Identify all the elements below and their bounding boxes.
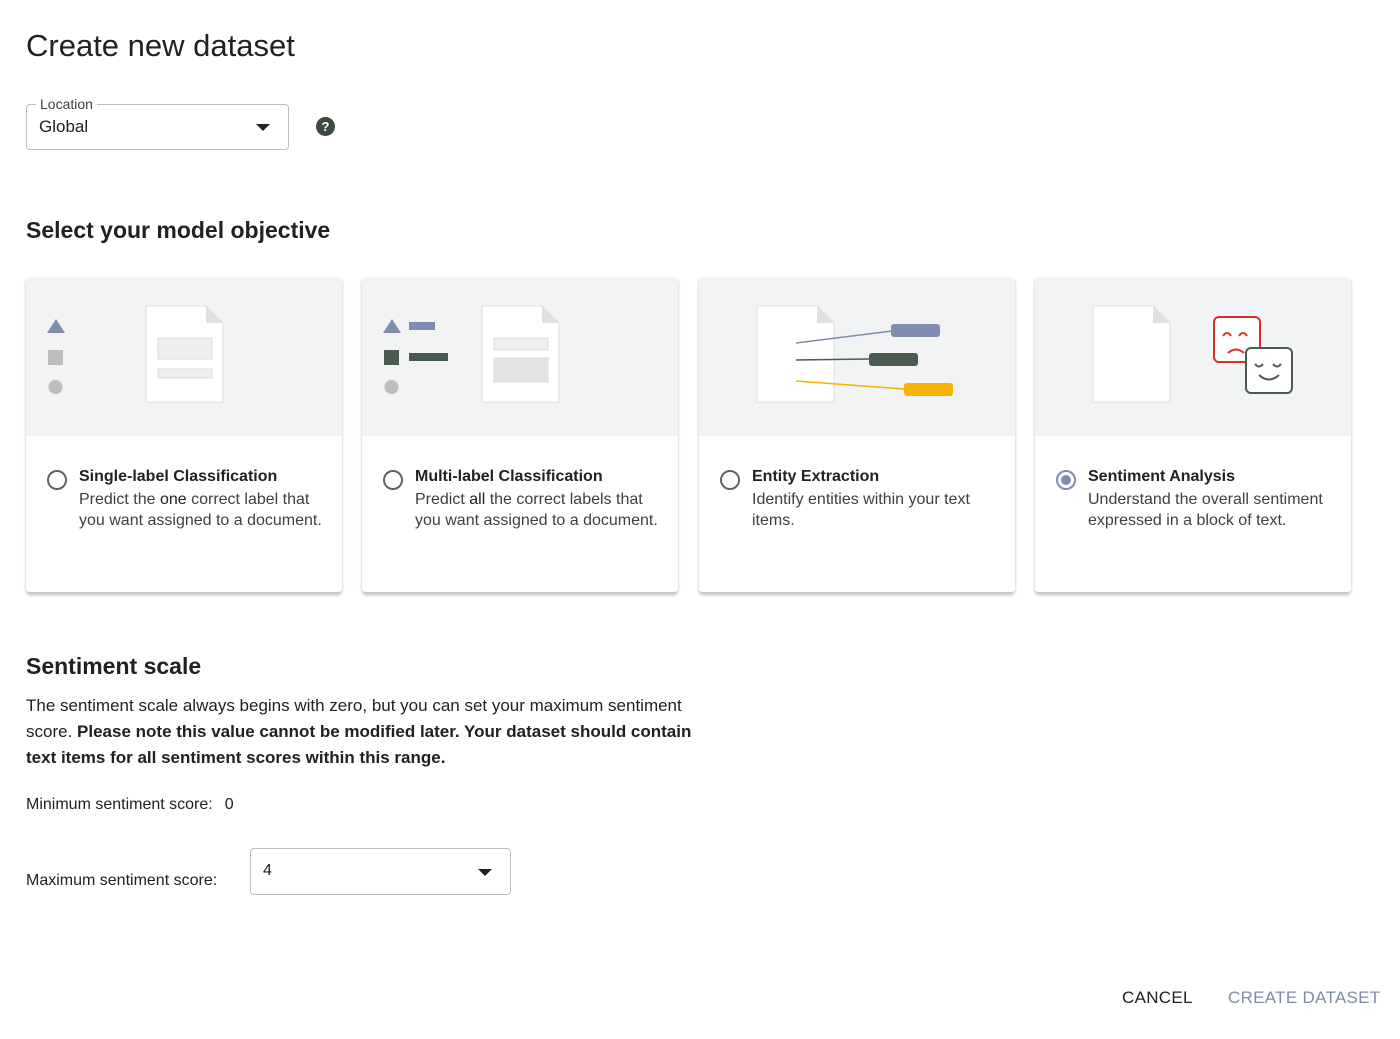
dropdown-arrow-icon [256, 124, 270, 131]
page-title: Create new dataset [26, 28, 295, 63]
triangle-icon [383, 319, 401, 333]
card-title: Sentiment Analysis [1088, 468, 1236, 485]
label-bar-icon [409, 353, 448, 361]
card-title: Entity Extraction [752, 468, 880, 485]
card-sentiment-analysis[interactable]: Sentiment Analysis Understand the overal… [1035, 278, 1351, 594]
entity-extraction-illustration [699, 278, 1015, 436]
entity-tag-icon [904, 383, 953, 396]
card-title: Multi-label Classification [415, 468, 603, 485]
radio-sentiment-analysis[interactable] [1056, 470, 1076, 490]
circle-icon [384, 380, 399, 394]
sentiment-scale-heading: Sentiment scale [26, 653, 202, 679]
card-title: Single-label Classification [79, 468, 278, 485]
location-select[interactable]: Location Global [26, 95, 289, 150]
document-icon [756, 305, 835, 403]
document-icon [1092, 305, 1171, 403]
square-icon [48, 350, 63, 365]
card-multi-label-classification[interactable]: Multi-label Classification Predict all t… [362, 278, 678, 594]
min-score-row: Minimum sentiment score: 0 [26, 796, 234, 814]
card-description: Predict the one correct label that you w… [79, 491, 322, 529]
radio-single-label[interactable] [47, 470, 67, 490]
help-icon[interactable]: ? [316, 117, 335, 136]
location-value: Global [39, 117, 89, 136]
card-description: Identify entities within your text items… [752, 491, 970, 529]
card-entity-extraction[interactable]: Entity Extraction Identify entities with… [699, 278, 1015, 594]
create-dataset-button[interactable]: CREATE DATASET [1228, 988, 1381, 1008]
happy-face-icon [1245, 347, 1293, 394]
dropdown-arrow-icon [478, 869, 492, 876]
max-score-select[interactable]: 4 [250, 848, 511, 895]
triangle-icon [47, 319, 65, 333]
card-description: Understand the overall sentiment express… [1088, 491, 1323, 529]
square-icon [384, 350, 399, 365]
min-score-label: Minimum sentiment score: [26, 796, 213, 813]
card-description: Predict all the correct labels that you … [415, 491, 658, 529]
multi-label-illustration [362, 278, 678, 436]
min-score-value: 0 [224, 796, 234, 813]
radio-entity-extraction[interactable] [720, 470, 740, 490]
cancel-button[interactable]: CANCEL [1122, 988, 1193, 1008]
label-bar-icon [409, 322, 435, 330]
entity-tag-icon [891, 324, 940, 337]
objective-heading: Select your model objective [26, 217, 331, 243]
radio-multi-label[interactable] [383, 470, 403, 490]
sentiment-analysis-illustration [1035, 278, 1351, 436]
sentiment-scale-description: The sentiment scale always begins with z… [26, 696, 692, 767]
document-icon [481, 305, 560, 403]
single-label-illustration [26, 278, 342, 436]
location-label: Location [36, 95, 97, 113]
entity-tag-icon [869, 353, 918, 366]
document-icon [145, 305, 224, 403]
card-single-label-classification[interactable]: Single-label Classification Predict the … [26, 278, 342, 594]
circle-icon [48, 380, 63, 394]
max-score-label: Maximum sentiment score: [26, 872, 218, 889]
max-score-value: 4 [263, 862, 272, 879]
